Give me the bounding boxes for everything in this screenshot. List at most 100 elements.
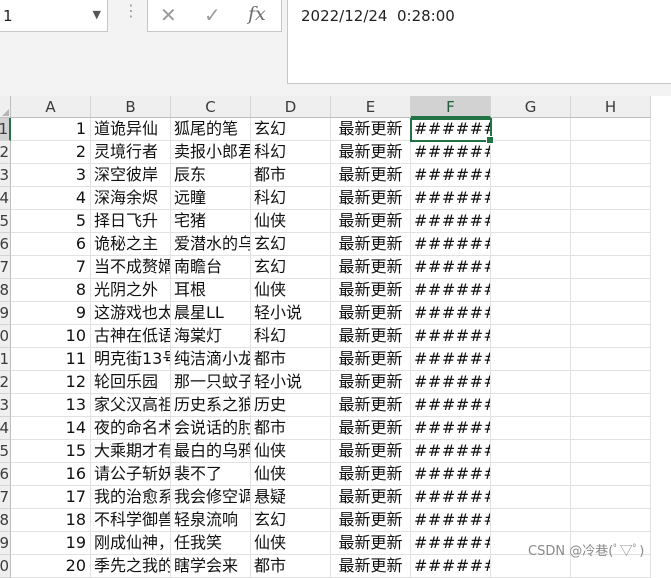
column-header-g[interactable]: G <box>491 96 571 118</box>
cell-d6[interactable]: 玄幻 <box>251 233 331 256</box>
cell-h14[interactable] <box>571 417 651 440</box>
cell-f1[interactable]: ###### <box>411 118 491 141</box>
row-header[interactable]: 17 <box>0 486 11 509</box>
cell-c2[interactable]: 卖报小郎君 <box>171 141 251 164</box>
cell-c10[interactable]: 海棠灯 <box>171 325 251 348</box>
cell-h9[interactable] <box>571 302 651 325</box>
cell-d2[interactable]: 科幻 <box>251 141 331 164</box>
cell-f11[interactable]: ###### <box>411 348 491 371</box>
cell-e8[interactable]: 最新更新 <box>331 279 411 302</box>
column-header-e[interactable]: E <box>331 96 411 118</box>
row-header[interactable]: 14 <box>0 417 11 440</box>
cell-c14[interactable]: 会说话的肘子 <box>171 417 251 440</box>
row-header[interactable]: 13 <box>0 394 11 417</box>
cell-e10[interactable]: 最新更新 <box>331 325 411 348</box>
column-header-d[interactable]: D <box>251 96 331 118</box>
cell-d16[interactable]: 仙侠 <box>251 463 331 486</box>
cell-h4[interactable] <box>571 187 651 210</box>
cell-g10[interactable] <box>491 325 571 348</box>
cell-e4[interactable]: 最新更新 <box>331 187 411 210</box>
cell-h5[interactable] <box>571 210 651 233</box>
cell-b2[interactable]: 灵境行者 <box>91 141 171 164</box>
cell-g7[interactable] <box>491 256 571 279</box>
cell-e18[interactable]: 最新更新 <box>331 509 411 532</box>
cell-g5[interactable] <box>491 210 571 233</box>
cell-f12[interactable]: ###### <box>411 371 491 394</box>
cell-d14[interactable]: 都市 <box>251 417 331 440</box>
cell-e6[interactable]: 最新更新 <box>331 233 411 256</box>
cell-g2[interactable] <box>491 141 571 164</box>
cell-g4[interactable] <box>491 187 571 210</box>
cell-d19[interactable]: 仙侠 <box>251 532 331 555</box>
cell-d18[interactable]: 玄幻 <box>251 509 331 532</box>
cell-c1[interactable]: 狐尾的笔 <box>171 118 251 141</box>
cell-c12[interactable]: 那一只蚊子 <box>171 371 251 394</box>
row-header[interactable]: 2 <box>0 141 11 164</box>
cell-g9[interactable] <box>491 302 571 325</box>
cell-b3[interactable]: 深空彼岸 <box>91 164 171 187</box>
check-icon[interactable]: ✓ <box>204 3 221 27</box>
cell-e3[interactable]: 最新更新 <box>331 164 411 187</box>
cell-e9[interactable]: 最新更新 <box>331 302 411 325</box>
cell-a15[interactable]: 15 <box>11 440 91 463</box>
cell-g3[interactable] <box>491 164 571 187</box>
cell-h7[interactable] <box>571 256 651 279</box>
cell-h6[interactable] <box>571 233 651 256</box>
cell-c20[interactable]: 瞎学会来 <box>171 555 251 578</box>
cell-c7[interactable]: 南瞻台 <box>171 256 251 279</box>
cell-a11[interactable]: 11 <box>11 348 91 371</box>
cell-f6[interactable]: ###### <box>411 233 491 256</box>
cell-e19[interactable]: 最新更新 <box>331 532 411 555</box>
cell-b8[interactable]: 光阴之外 <box>91 279 171 302</box>
cell-h16[interactable] <box>571 463 651 486</box>
formula-input[interactable]: 2022/12/24 0:28:00 <box>287 0 671 84</box>
cell-h18[interactable] <box>571 509 651 532</box>
cell-c9[interactable]: 晨星LL <box>171 302 251 325</box>
cell-a14[interactable]: 14 <box>11 417 91 440</box>
cell-b7[interactable]: 当不成赘婿 <box>91 256 171 279</box>
cell-b14[interactable]: 夜的命名术 <box>91 417 171 440</box>
row-header[interactable]: 1 <box>0 118 11 141</box>
cell-h10[interactable] <box>571 325 651 348</box>
cell-a13[interactable]: 13 <box>11 394 91 417</box>
cell-d7[interactable]: 玄幻 <box>251 256 331 279</box>
cell-e5[interactable]: 最新更新 <box>331 210 411 233</box>
cell-g16[interactable] <box>491 463 571 486</box>
cell-g18[interactable] <box>491 509 571 532</box>
cell-d5[interactable]: 仙侠 <box>251 210 331 233</box>
cell-a10[interactable]: 10 <box>11 325 91 348</box>
cell-d4[interactable]: 科幻 <box>251 187 331 210</box>
cell-f8[interactable]: ###### <box>411 279 491 302</box>
cell-f4[interactable]: ###### <box>411 187 491 210</box>
cell-h8[interactable] <box>571 279 651 302</box>
cell-b19[interactable]: 刚成仙神，子孙求我登基 <box>91 532 171 555</box>
insert-function-icon[interactable]: fx <box>248 3 266 25</box>
cell-b1[interactable]: 道诡异仙 <box>91 118 171 141</box>
cell-h1[interactable] <box>571 118 651 141</box>
row-header[interactable]: 6 <box>0 233 11 256</box>
row-header[interactable]: 16 <box>0 463 11 486</box>
cell-c13[interactable]: 历史系之狼 <box>171 394 251 417</box>
cell-b13[interactable]: 家父汉高祖 <box>91 394 171 417</box>
cell-a17[interactable]: 17 <box>11 486 91 509</box>
column-header-a[interactable]: A <box>11 96 91 118</box>
cell-b18[interactable]: 不科学御兽 <box>91 509 171 532</box>
name-box[interactable]: 1 ▼ <box>0 0 108 32</box>
cell-d11[interactable]: 都市 <box>251 348 331 371</box>
cell-a16[interactable]: 16 <box>11 463 91 486</box>
cell-f3[interactable]: ###### <box>411 164 491 187</box>
cell-e16[interactable]: 最新更新 <box>331 463 411 486</box>
cell-c4[interactable]: 远瞳 <box>171 187 251 210</box>
row-header[interactable]: 5 <box>0 210 11 233</box>
cell-c5[interactable]: 宅猪 <box>171 210 251 233</box>
cell-h13[interactable] <box>571 394 651 417</box>
cell-a4[interactable]: 4 <box>11 187 91 210</box>
cell-g6[interactable] <box>491 233 571 256</box>
cell-f16[interactable]: ###### <box>411 463 491 486</box>
cell-c16[interactable]: 裴不了 <box>171 463 251 486</box>
cancel-icon[interactable]: ✕ <box>160 3 177 27</box>
cell-f5[interactable]: ###### <box>411 210 491 233</box>
cell-f10[interactable]: ###### <box>411 325 491 348</box>
cell-a2[interactable]: 2 <box>11 141 91 164</box>
row-header[interactable]: 19 <box>0 532 11 555</box>
